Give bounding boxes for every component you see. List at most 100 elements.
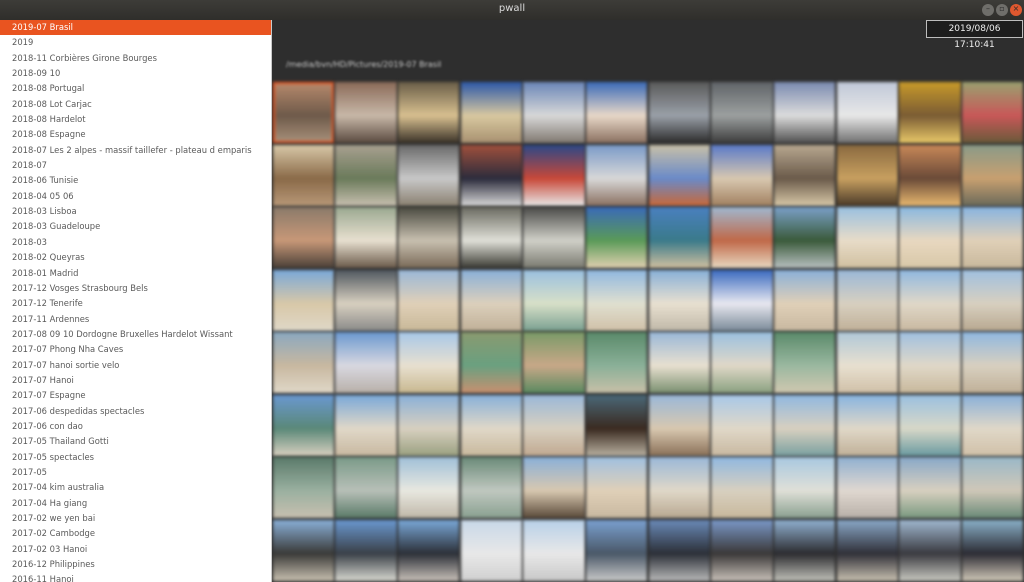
photo-thumbnail[interactable]	[711, 457, 773, 518]
photo-thumbnail[interactable]	[648, 394, 711, 456]
photo-thumbnail[interactable]	[648, 457, 711, 518]
photo-thumbnail[interactable]	[585, 457, 648, 518]
folder-item[interactable]: 2017-11 Ardennes	[0, 312, 271, 327]
folder-item[interactable]: 2017-06 despedidas spectacles	[0, 404, 271, 419]
photo-thumbnail[interactable]	[397, 394, 460, 456]
folder-item[interactable]: 2018-08 Portugal	[0, 81, 271, 96]
folder-item[interactable]: 2018-07 Les 2 alpes - massif taillefer -…	[0, 143, 271, 158]
folder-item[interactable]: 2016-12 Philippines	[0, 557, 271, 572]
photo-thumbnail[interactable]	[836, 269, 899, 331]
folder-item[interactable]: 2017-07 hanoi sortie velo	[0, 358, 271, 373]
photo-thumbnail[interactable]	[272, 144, 335, 206]
minimize-button[interactable]: –	[982, 4, 994, 16]
photo-thumbnail[interactable]	[397, 457, 460, 518]
photo-thumbnail[interactable]	[836, 457, 899, 518]
photo-thumbnail[interactable]	[585, 394, 648, 456]
folder-item[interactable]: 2018-11 Corbières Girone Bourges	[0, 51, 271, 66]
photo-thumbnail[interactable]	[335, 394, 397, 456]
folder-item[interactable]: 2017-02 Cambodge	[0, 526, 271, 541]
photo-thumbnail[interactable]	[648, 519, 711, 581]
folder-item[interactable]: 2017-08 09 10 Dordogne Bruxelles Hardelo…	[0, 327, 271, 342]
photo-thumbnail[interactable]	[711, 519, 773, 581]
photo-thumbnail[interactable]	[899, 269, 961, 331]
photo-thumbnail[interactable]	[272, 207, 335, 268]
photo-thumbnail[interactable]	[711, 144, 773, 206]
photo-thumbnail[interactable]	[523, 457, 585, 518]
photo-thumbnail[interactable]	[460, 332, 523, 393]
photo-thumbnail[interactable]	[397, 207, 460, 268]
photo-thumbnail[interactable]	[460, 207, 523, 268]
photo-thumbnail[interactable]	[272, 394, 335, 456]
photo-thumbnail[interactable]	[460, 394, 523, 456]
folder-item[interactable]: 2018-08 Lot Carjac	[0, 97, 271, 112]
folder-item[interactable]: 2017-05 spectacles	[0, 450, 271, 465]
photo-thumbnail[interactable]	[648, 207, 711, 268]
photo-thumbnail[interactable]	[711, 332, 773, 393]
photo-thumbnail[interactable]	[272, 82, 335, 143]
folder-item[interactable]: 2018-03 Lisboa	[0, 204, 271, 219]
photo-thumbnail[interactable]	[773, 332, 836, 393]
photo-thumbnail[interactable]	[773, 519, 836, 581]
photo-thumbnail[interactable]	[711, 82, 773, 143]
photo-thumbnail[interactable]	[272, 269, 335, 331]
photo-thumbnail[interactable]	[836, 144, 899, 206]
photo-thumbnail[interactable]	[523, 207, 585, 268]
photo-thumbnail[interactable]	[460, 82, 523, 143]
maximize-button[interactable]: ▫	[996, 4, 1008, 16]
photo-thumbnail[interactable]	[836, 332, 899, 393]
folder-item[interactable]: 2018-09 10	[0, 66, 271, 81]
photo-thumbnail[interactable]	[836, 82, 899, 143]
folder-item[interactable]: 2017-12 Vosges Strasbourg Bels	[0, 281, 271, 296]
photo-thumbnail[interactable]	[397, 332, 460, 393]
photo-thumbnail[interactable]	[648, 332, 711, 393]
photo-thumbnail[interactable]	[773, 269, 836, 331]
folder-item[interactable]: 2017-07 Phong Nha Caves	[0, 342, 271, 357]
photo-thumbnail[interactable]	[460, 457, 523, 518]
photo-thumbnail[interactable]	[711, 207, 773, 268]
photo-thumbnail[interactable]	[899, 394, 961, 456]
photo-thumbnail[interactable]	[523, 82, 585, 143]
photo-thumbnail[interactable]	[585, 519, 648, 581]
photo-thumbnail[interactable]	[585, 269, 648, 331]
photo-thumbnail[interactable]	[899, 144, 961, 206]
folder-item[interactable]: 2017-02 we yen bai	[0, 511, 271, 526]
photo-thumbnail[interactable]	[585, 82, 648, 143]
photo-thumbnail[interactable]	[335, 457, 397, 518]
folder-item[interactable]: 2017-07 Espagne	[0, 388, 271, 403]
folder-item[interactable]: 2018-02 Queyras	[0, 250, 271, 265]
photo-thumbnail[interactable]	[272, 332, 335, 393]
photo-thumbnail[interactable]	[961, 394, 1024, 456]
photo-thumbnail[interactable]	[460, 519, 523, 581]
photo-thumbnail[interactable]	[899, 82, 961, 143]
folder-item[interactable]: 2016-11 Hanoi	[0, 572, 271, 582]
folder-item[interactable]: 2018-08 Hardelot	[0, 112, 271, 127]
photo-thumbnail[interactable]	[397, 269, 460, 331]
folder-item[interactable]: 2018-03 Guadeloupe	[0, 219, 271, 234]
photo-thumbnail[interactable]	[711, 394, 773, 456]
folder-item[interactable]: 2017-12 Tenerife	[0, 296, 271, 311]
photo-thumbnail[interactable]	[836, 519, 899, 581]
photo-thumbnail[interactable]	[272, 457, 335, 518]
photo-thumbnail[interactable]	[773, 144, 836, 206]
photo-thumbnail[interactable]	[335, 207, 397, 268]
folder-item[interactable]: 2017-05	[0, 465, 271, 480]
photo-thumbnail[interactable]	[335, 144, 397, 206]
photo-thumbnail[interactable]	[961, 457, 1024, 518]
folder-item[interactable]: 2018-01 Madrid	[0, 266, 271, 281]
window-titlebar[interactable]: pwall – ▫ ×	[0, 0, 1024, 20]
photo-thumbnail[interactable]	[899, 519, 961, 581]
folder-item[interactable]: 2019-07 Brasil	[0, 20, 271, 36]
folder-item[interactable]: 2017-07 Hanoi	[0, 373, 271, 388]
photo-thumbnail[interactable]	[899, 207, 961, 268]
photo-thumbnail[interactable]	[961, 207, 1024, 268]
photo-thumbnail[interactable]	[335, 269, 397, 331]
photo-thumbnail[interactable]	[961, 519, 1024, 581]
photo-thumbnail[interactable]	[648, 82, 711, 143]
photo-thumbnail[interactable]	[899, 332, 961, 393]
folder-item[interactable]: 2017-06 con dao	[0, 419, 271, 434]
photo-thumbnail[interactable]	[836, 207, 899, 268]
photo-thumbnail[interactable]	[585, 332, 648, 393]
folder-item[interactable]: 2018-03	[0, 235, 271, 250]
photo-thumbnail[interactable]	[523, 394, 585, 456]
photo-thumbnail[interactable]	[961, 269, 1024, 331]
